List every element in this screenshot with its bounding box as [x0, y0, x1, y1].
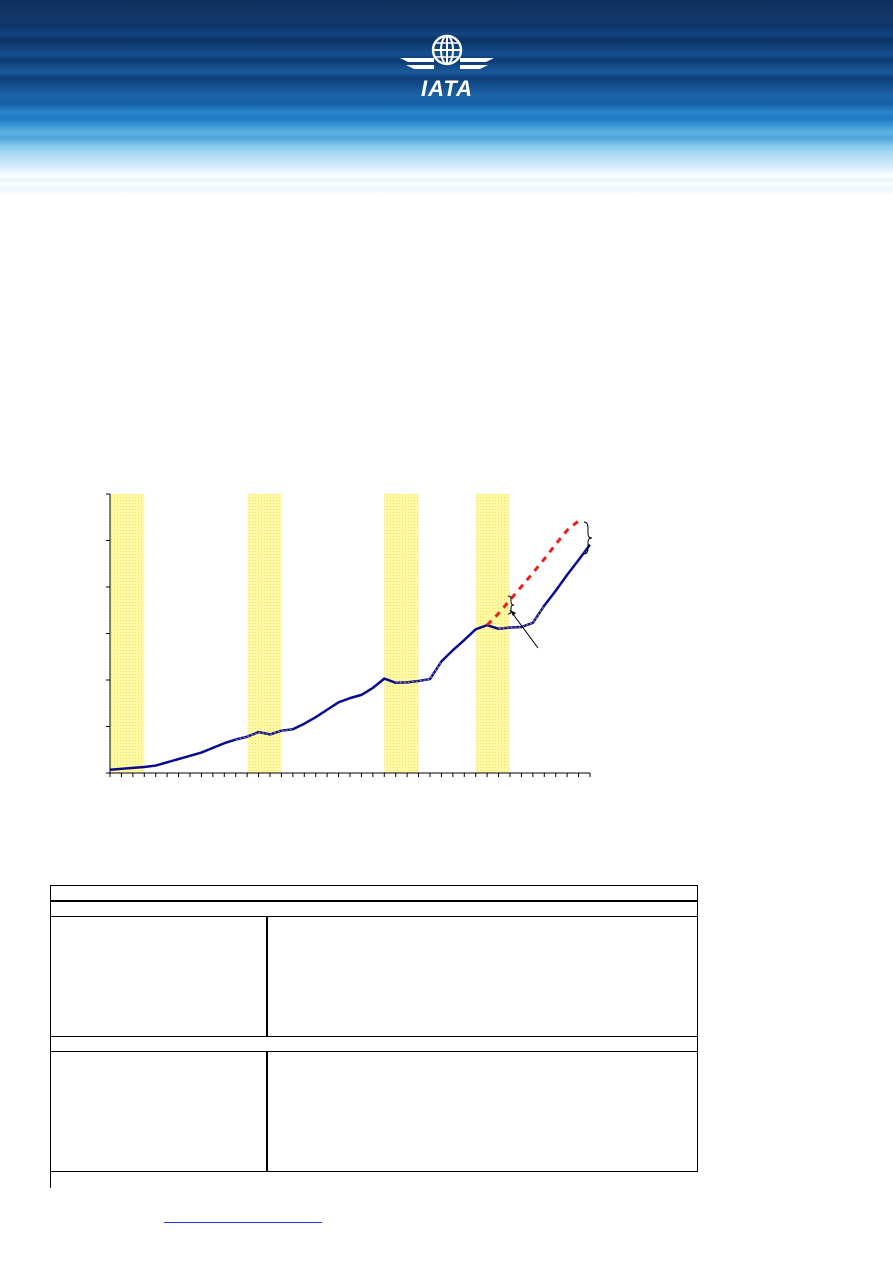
table-col-divider — [266, 1051, 268, 1172]
footer-link[interactable] — [164, 1206, 322, 1223]
recession-band — [384, 494, 419, 773]
table-rule — [50, 1051, 698, 1052]
table-border-right — [697, 885, 698, 1172]
series-line — [109, 543, 592, 771]
header-banner: IATA — [0, 0, 893, 196]
table-rule — [50, 900, 698, 902]
annotation-arrow — [509, 609, 539, 649]
info-table — [50, 885, 698, 1188]
iata-logo[interactable]: IATA — [398, 32, 496, 101]
chart-canvas — [106, 493, 593, 777]
logo-text: IATA — [420, 76, 474, 101]
table-rule — [50, 1171, 698, 1172]
recession-band — [110, 494, 145, 773]
table-col-divider — [266, 916, 268, 1037]
recession-band — [475, 494, 510, 773]
table-border-left — [50, 885, 51, 1188]
table-border-top — [50, 885, 698, 886]
line-chart — [90, 488, 610, 798]
table-rule — [50, 1036, 698, 1037]
table-rule — [50, 916, 698, 917]
